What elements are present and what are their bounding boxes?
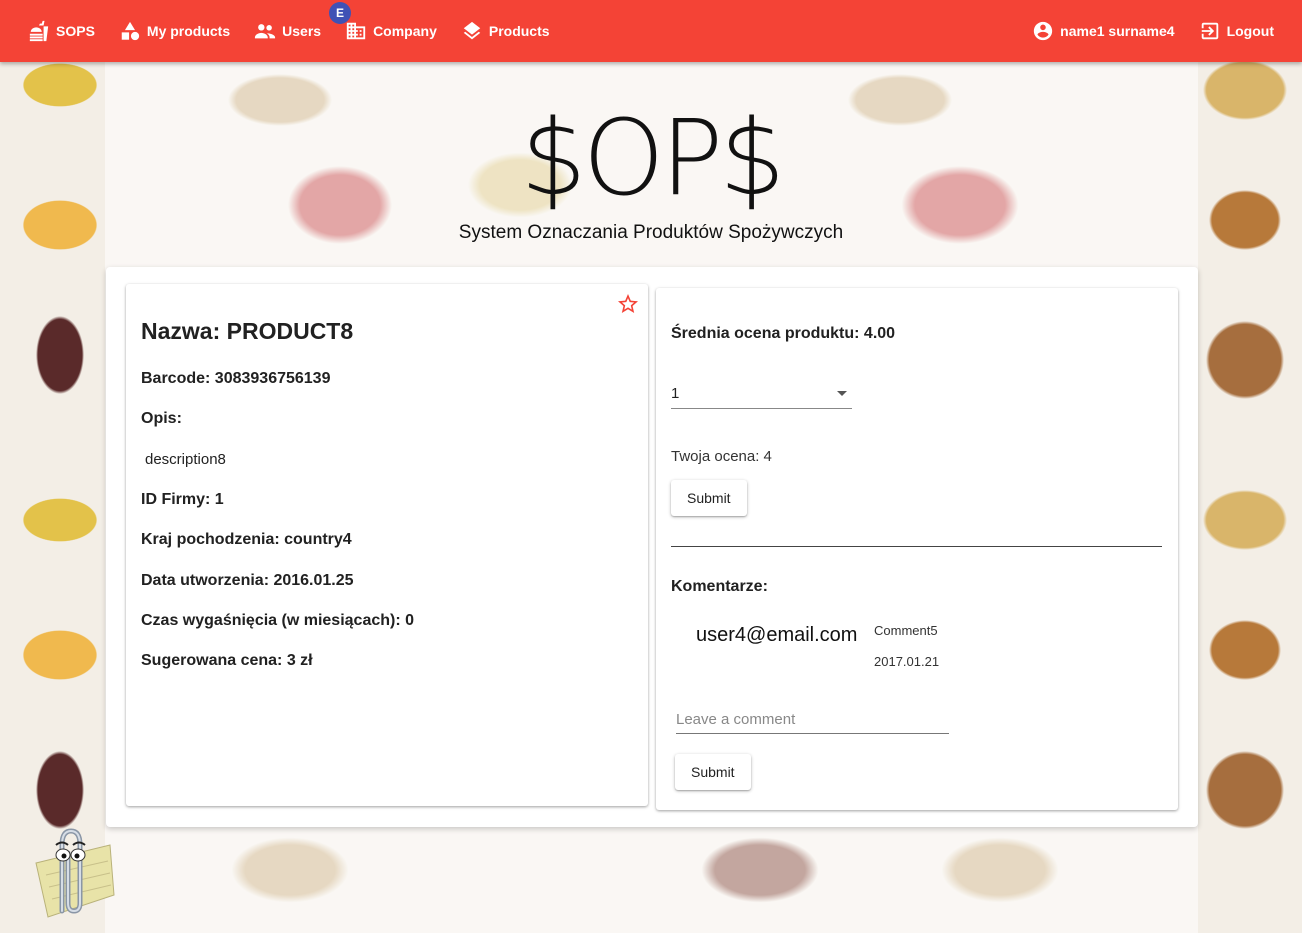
product-country: Kraj pochodzenia: country4	[141, 531, 352, 548]
favorite-star-icon[interactable]	[616, 292, 640, 316]
comment-user: user4@email.com	[696, 624, 858, 646]
product-company-id: ID Firmy: 1	[141, 491, 224, 508]
top-navbar: SOPS My products Users E Company Product…	[0, 0, 1302, 62]
product-desc-label: Opis:	[141, 410, 182, 427]
nav-company-label: Company	[373, 23, 437, 39]
fastfood-icon	[29, 20, 49, 42]
submit-comment-button[interactable]: Submit	[675, 754, 751, 790]
your-rating: Twoja ocena: 4	[671, 448, 772, 465]
nav-users-label: Users	[282, 23, 322, 39]
category-icon	[121, 21, 140, 41]
nav-logout-label: Logout	[1226, 23, 1274, 39]
product-details-card: Nazwa: PRODUCT8 Barcode: 3083936756139 O…	[126, 284, 648, 806]
nav-logout[interactable]: Logout	[1187, 13, 1286, 49]
clippy-assistant-icon[interactable]	[18, 825, 118, 920]
rating-comments-card: Średnia ocena produktu: 4.00 1 Twoja oce…	[656, 288, 1178, 810]
product-description: description8	[145, 451, 226, 468]
product-name: Nazwa: PRODUCT8	[141, 318, 354, 344]
rating-select[interactable]: 1	[671, 382, 852, 409]
divider	[671, 546, 1162, 547]
business-icon	[346, 22, 366, 40]
comments-title: Komentarze:	[671, 578, 768, 595]
submit-rating-button[interactable]: Submit	[671, 480, 747, 516]
hero-subtitle: System Oznaczania Produktów Spożywczych	[458, 222, 844, 243]
company-badge: E	[329, 2, 352, 24]
people-icon	[255, 24, 276, 39]
nav-brand-label: SOPS	[56, 23, 95, 39]
exit-icon	[1201, 22, 1218, 40]
comment-text: Comment5	[874, 623, 938, 638]
rating-select-value: 1	[671, 385, 680, 402]
nav-company[interactable]: E Company	[329, 2, 449, 49]
hero-title: $OP$	[520, 97, 786, 219]
nav-users[interactable]: Users	[242, 13, 333, 49]
nav-products[interactable]: Products	[449, 13, 562, 49]
comment-date: 2017.01.21	[874, 654, 940, 669]
dropdown-caret-icon	[837, 391, 847, 396]
account-circle-icon	[1034, 21, 1053, 41]
product-panel: Nazwa: PRODUCT8 Barcode: 3083936756139 O…	[106, 267, 1198, 827]
nav-user-account[interactable]: name1 surname4	[1020, 13, 1186, 49]
product-expiry: Czas wygaśnięcia (w miesiącach): 0	[141, 612, 415, 629]
nav-user-label: name1 surname4	[1060, 23, 1175, 39]
comment-input[interactable]	[676, 706, 949, 734]
nav-brand[interactable]: SOPS	[16, 13, 107, 49]
nav-my-products[interactable]: My products	[107, 13, 242, 49]
average-rating: Średnia ocena produktu: 4.00	[671, 325, 896, 342]
product-barcode: Barcode: 3083936756139	[141, 370, 331, 387]
nav-products-label: Products	[488, 23, 550, 39]
product-created-date: Data utworzenia: 2016.01.25	[141, 572, 354, 589]
layers-icon	[463, 21, 481, 40]
nav-my-products-label: My products	[146, 23, 231, 39]
product-price: Sugerowana cena: 3 zł	[141, 652, 313, 669]
